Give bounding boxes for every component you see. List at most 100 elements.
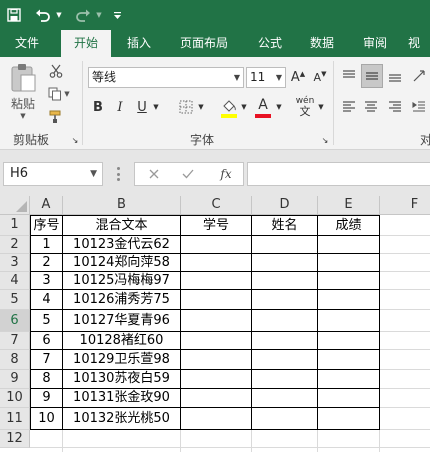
tab-insert[interactable]: 插入 <box>117 30 161 57</box>
italic-button[interactable]: I <box>112 97 128 117</box>
table-cell[interactable]: 10124郑向萍58 <box>63 254 181 272</box>
table-cell[interactable] <box>318 290 380 310</box>
align-top-button[interactable] <box>339 66 359 86</box>
orientation-button[interactable] <box>409 66 429 86</box>
table-cell[interactable] <box>252 389 318 408</box>
row-header-3[interactable]: 3 <box>0 254 30 272</box>
table-cell[interactable]: 6 <box>30 332 63 350</box>
column-header-f[interactable]: F <box>380 196 430 215</box>
table-cell[interactable]: 10130苏夜白59 <box>63 370 181 389</box>
table-cell[interactable] <box>252 408 318 430</box>
table-cell[interactable] <box>181 389 252 408</box>
table-cell[interactable] <box>252 310 318 332</box>
table-cell[interactable]: 1 <box>30 236 63 254</box>
tab-view[interactable]: 视 <box>408 30 430 57</box>
row-header-6[interactable]: 6 <box>0 310 30 332</box>
cut-button[interactable] <box>46 61 66 81</box>
table-cell[interactable] <box>318 272 380 290</box>
table-header-cell[interactable]: 学号 <box>181 215 252 236</box>
table-header-cell[interactable]: 姓名 <box>252 215 318 236</box>
table-cell[interactable] <box>318 350 380 370</box>
shrink-font-button[interactable]: A ▼ <box>312 67 328 88</box>
customize-toolbar-button[interactable] <box>110 0 124 30</box>
insert-function-button[interactable]: fx <box>215 166 237 182</box>
row-header-12[interactable]: 12 <box>0 430 30 448</box>
table-cell[interactable]: 10 <box>30 408 63 430</box>
table-cell[interactable]: 10127华夏青96 <box>63 310 181 332</box>
column-header-e[interactable]: E <box>318 196 380 215</box>
table-cell[interactable] <box>252 332 318 350</box>
table-cell[interactable] <box>252 254 318 272</box>
table-cell[interactable] <box>252 350 318 370</box>
column-header-b[interactable]: B <box>63 196 181 215</box>
column-header-a[interactable]: A <box>30 196 63 215</box>
table-cell[interactable] <box>252 290 318 310</box>
tab-home[interactable]: 开始 <box>61 30 111 57</box>
column-header-d[interactable]: D <box>252 196 318 215</box>
format-painter-button[interactable] <box>46 107 66 127</box>
align-right-button[interactable] <box>385 97 405 117</box>
table-cell[interactable] <box>181 350 252 370</box>
column-header-c[interactable]: C <box>181 196 252 215</box>
redo-button[interactable] <box>72 0 94 30</box>
table-cell[interactable] <box>181 272 252 290</box>
phonetic-dropdown[interactable]: ▼ <box>316 97 326 117</box>
row-header-8[interactable]: 8 <box>0 350 30 370</box>
save-button[interactable] <box>2 0 26 30</box>
table-cell[interactable] <box>181 332 252 350</box>
row-header-5[interactable]: 5 <box>0 290 30 310</box>
font-color-dropdown[interactable]: ▼ <box>274 97 284 117</box>
undo-button[interactable] <box>32 0 54 30</box>
font-color-button[interactable]: A <box>253 96 273 120</box>
table-cell[interactable] <box>181 310 252 332</box>
table-cell[interactable]: 9 <box>30 389 63 408</box>
table-cell[interactable]: 10125冯梅梅97 <box>63 272 181 290</box>
row-header-10[interactable]: 10 <box>0 389 30 408</box>
table-cell[interactable] <box>181 254 252 272</box>
table-cell[interactable]: 3 <box>30 272 63 290</box>
align-left-button[interactable] <box>339 97 359 117</box>
table-cell[interactable] <box>181 370 252 389</box>
fill-color-dropdown[interactable]: ▼ <box>239 97 249 117</box>
underline-dropdown[interactable]: ▼ <box>151 97 161 117</box>
table-cell[interactable]: 10131张金玫90 <box>63 389 181 408</box>
table-cell[interactable]: 10128褚红60 <box>63 332 181 350</box>
table-cell[interactable] <box>318 408 380 430</box>
table-cell[interactable] <box>318 236 380 254</box>
table-cell[interactable] <box>181 290 252 310</box>
fill-color-button[interactable] <box>219 96 239 120</box>
borders-dropdown[interactable]: ▼ <box>196 97 206 117</box>
table-cell[interactable] <box>252 236 318 254</box>
row-header-1[interactable]: 1 <box>0 215 30 236</box>
clipboard-dialog-launcher[interactable]: ↘ <box>70 135 80 145</box>
bold-button[interactable]: B <box>90 97 106 117</box>
table-cell[interactable]: 2 <box>30 254 63 272</box>
align-middle-button[interactable] <box>361 64 383 88</box>
table-cell[interactable]: 4 <box>30 290 63 310</box>
table-cell[interactable]: 5 <box>30 310 63 332</box>
table-cell[interactable] <box>318 332 380 350</box>
font-size-select[interactable]: 11 ▼ <box>246 67 286 88</box>
table-cell[interactable] <box>318 389 380 408</box>
table-cell[interactable]: 10132张光桃50 <box>63 408 181 430</box>
phonetic-guide-button[interactable]: wén 文 <box>294 95 316 119</box>
table-cell[interactable]: 10129卫乐萱98 <box>63 350 181 370</box>
table-cell[interactable] <box>318 310 380 332</box>
indent-button[interactable] <box>409 97 429 117</box>
table-cell[interactable] <box>252 370 318 389</box>
cancel-button[interactable] <box>145 166 163 182</box>
table-header-cell[interactable]: 序号 <box>30 215 63 236</box>
tab-review[interactable]: 审阅 <box>355 30 395 57</box>
formula-input[interactable] <box>247 162 430 186</box>
row-header-11[interactable]: 11 <box>0 408 30 430</box>
table-cell[interactable] <box>318 254 380 272</box>
name-box[interactable]: H6 ▼ <box>3 162 103 186</box>
align-bottom-button[interactable] <box>385 66 405 86</box>
table-cell[interactable]: 10123金代云62 <box>63 236 181 254</box>
table-cell[interactable] <box>252 272 318 290</box>
redo-dropdown[interactable]: ▼ <box>94 0 104 30</box>
table-cell[interactable] <box>181 408 252 430</box>
tab-data[interactable]: 数据 <box>302 30 342 57</box>
borders-button[interactable] <box>177 97 195 117</box>
table-cell[interactable]: 8 <box>30 370 63 389</box>
